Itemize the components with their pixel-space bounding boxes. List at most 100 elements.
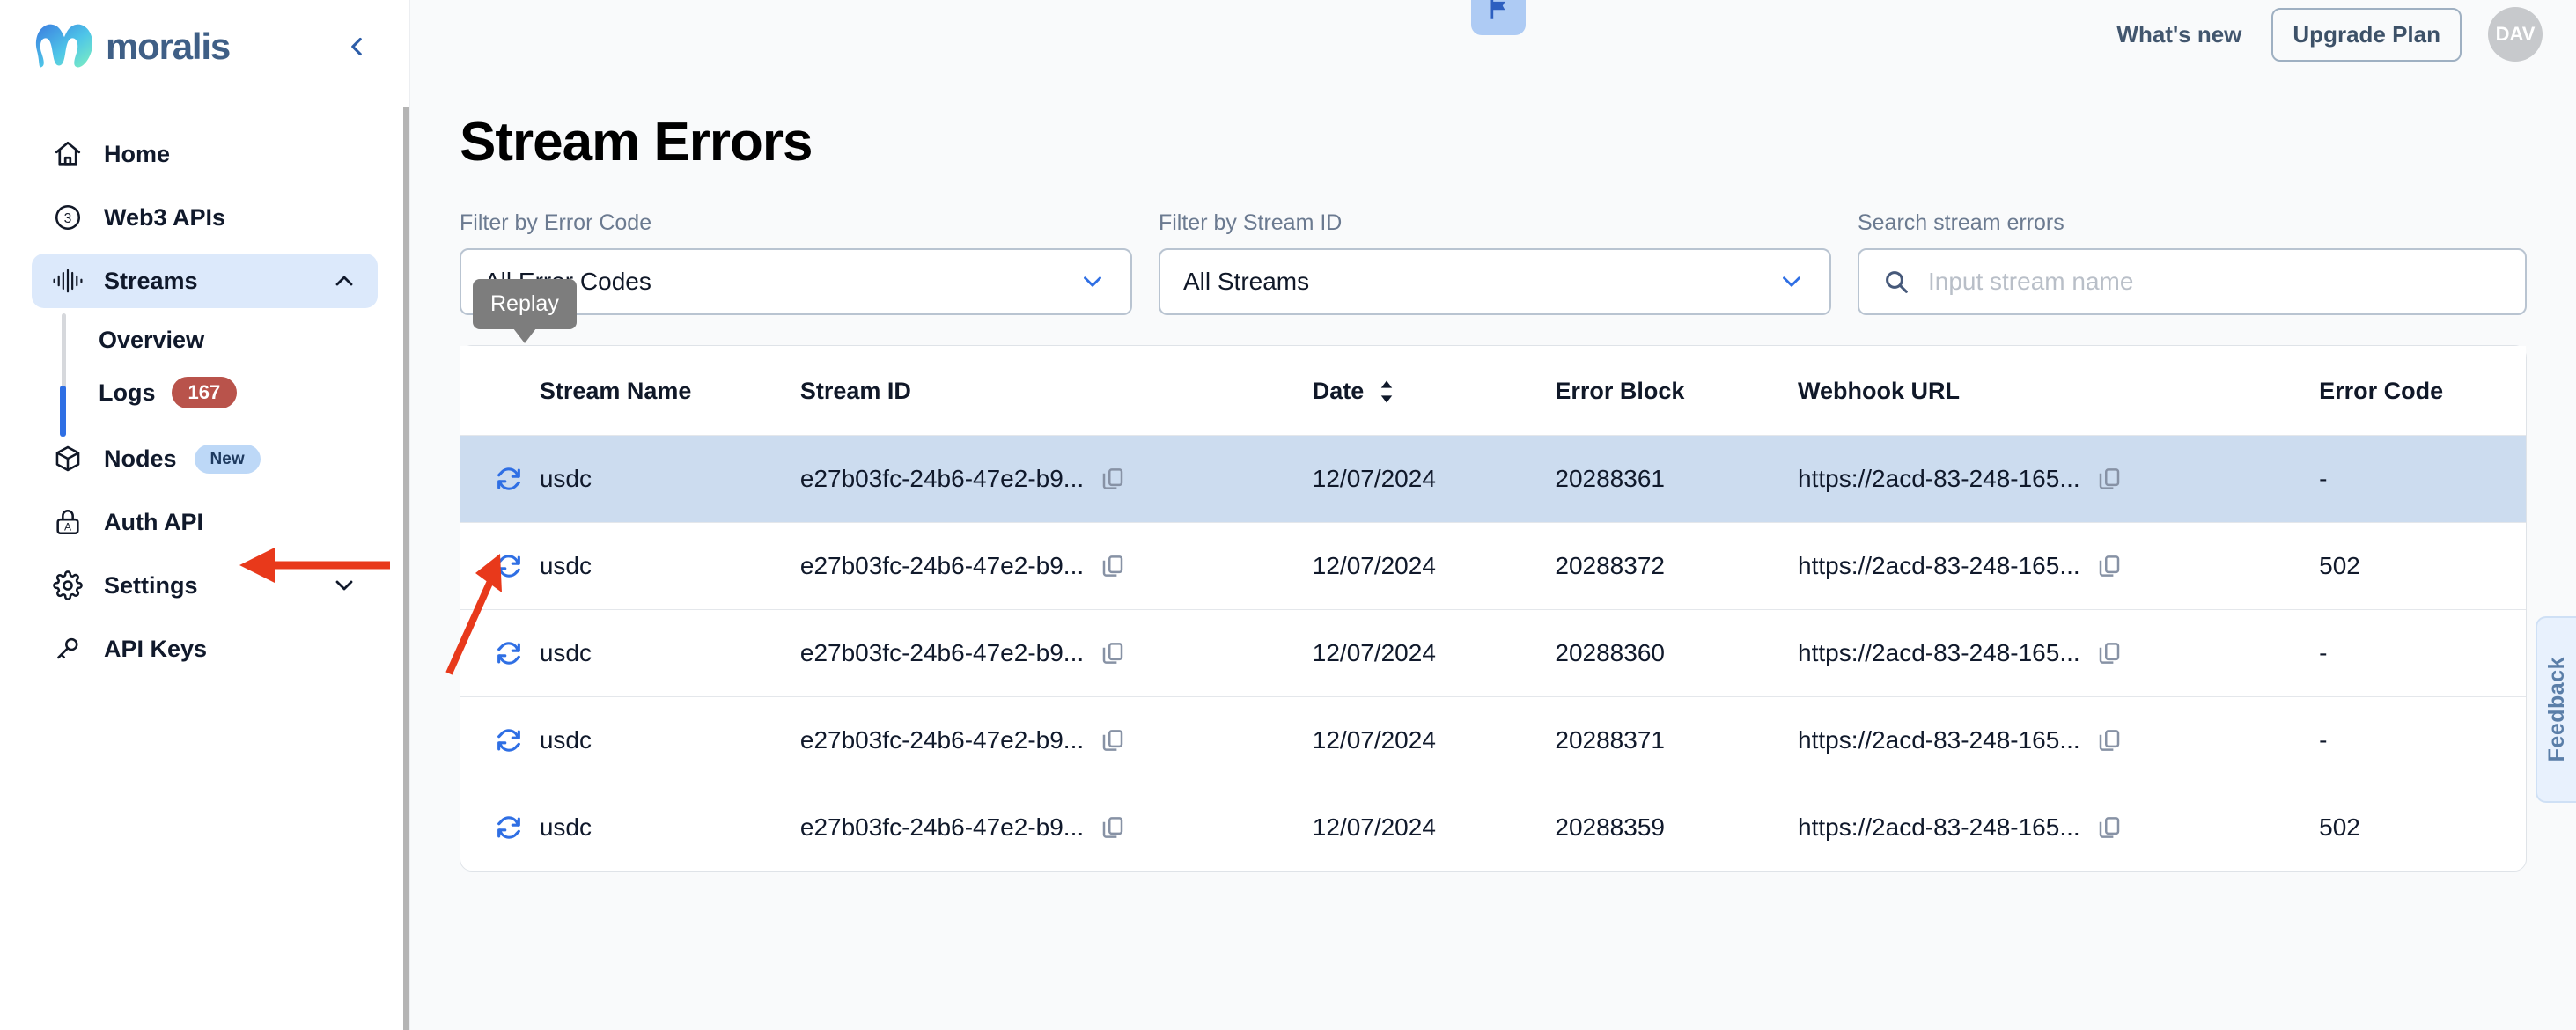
replay-icon[interactable] (494, 464, 540, 494)
cell-replay[interactable] (460, 522, 540, 610)
replay-icon[interactable] (494, 638, 540, 668)
avatar[interactable]: DAV (2488, 7, 2543, 62)
copy-icon[interactable] (1100, 466, 1126, 492)
sidebar-item-streams[interactable]: Streams (32, 254, 378, 308)
cell-error-code: 502 (2319, 813, 2360, 841)
chevron-up-icon[interactable] (330, 267, 358, 295)
cell-error-code: 502 (2319, 522, 2526, 610)
cell-date: 12/07/2024 (1312, 435, 1556, 523)
feedback-label: Feedback (2543, 657, 2569, 762)
replay-tooltip: Replay (473, 279, 577, 343)
copy-icon[interactable] (2096, 640, 2123, 666)
cell-replay[interactable] (460, 784, 540, 872)
cell-error-code: - (2319, 609, 2526, 697)
nodes-new-badge: New (194, 444, 261, 474)
chevron-left-icon[interactable] (339, 29, 374, 64)
webhook-url-text: https://2acd-83-248-165... (1798, 465, 2080, 492)
logs-count-badge: 167 (171, 377, 238, 408)
col-header-date[interactable]: Date (1312, 346, 1556, 436)
streams-subnav: Overview Logs 167 (32, 313, 378, 437)
table-row[interactable]: usdc e27b03fc-24b6-47e2-b9... 12/07/2024 20… (460, 696, 2526, 784)
sidebar-item-overview[interactable]: Overview (53, 313, 378, 366)
circle-three-icon: 3 (51, 201, 85, 234)
flag-icon[interactable] (1471, 0, 1526, 35)
app-root: moralis Home 3 Web3 APIs Streams Overvie… (0, 0, 2576, 1030)
cell-stream-name: usdc (539, 522, 800, 610)
replay-icon[interactable] (494, 551, 540, 581)
svg-text:A: A (64, 520, 71, 533)
col-header-stream-id: Stream ID (799, 346, 1313, 436)
cell-replay[interactable] (460, 609, 540, 697)
search-input[interactable] (1927, 268, 2502, 296)
webhook-url-text: https://2acd-83-248-165... (1798, 639, 2080, 666)
copy-icon[interactable] (1100, 727, 1126, 754)
search-icon (1882, 268, 1910, 296)
copy-icon[interactable] (2096, 466, 2123, 492)
copy-icon[interactable] (2096, 727, 2123, 754)
gear-icon (51, 569, 85, 602)
table-head: Stream Name Stream ID Date Error Block W… (460, 346, 2526, 436)
cell-replay[interactable] (460, 696, 540, 784)
upgrade-plan-button[interactable]: Upgrade Plan (2271, 7, 2462, 62)
cell-replay[interactable] (460, 435, 540, 523)
cell-date: 12/07/2024 (1312, 609, 1556, 697)
stream-id-text: e27b03fc-24b6-47e2-b9... (799, 552, 1085, 579)
whats-new-link[interactable]: What's new (2116, 21, 2241, 48)
sidebar-item-home[interactable]: Home (32, 127, 378, 181)
topbar: What's new Upgrade Plan DAV (410, 0, 2576, 69)
main-content: What's new Upgrade Plan DAV Stream Error… (410, 0, 2576, 1030)
copy-icon[interactable] (2096, 553, 2123, 579)
table-row[interactable]: usdc e27b03fc-24b6-47e2-b9... 12/07/2024 20… (460, 522, 2526, 610)
sidebar-item-api-keys[interactable]: API Keys (32, 622, 378, 676)
filter-stream-id-label: Filter by Stream ID (1158, 210, 1343, 235)
table-row[interactable]: usdc e27b03fc-24b6-47e2-b9... 12/07/2024 20… (460, 609, 2526, 697)
copy-icon[interactable] (2096, 814, 2123, 841)
brand[interactable]: moralis (0, 0, 409, 68)
table-row[interactable]: usdc e27b03fc-24b6-47e2-b9... 12/07/2024 20… (460, 784, 2526, 872)
cell-stream-id: e27b03fc-24b6-47e2-b9... (799, 522, 1313, 610)
copy-icon[interactable] (1100, 640, 1126, 666)
key-icon (51, 632, 85, 666)
sidebar-item-nodes[interactable]: Nodes New (32, 431, 378, 486)
col-header-error-block: Error Block (1555, 346, 1799, 436)
col-header-stream-name: Stream Name (539, 346, 800, 436)
copy-icon[interactable] (1100, 814, 1126, 841)
replay-icon[interactable] (494, 813, 540, 842)
cell-webhook-url: https://2acd-83-248-165... (1798, 784, 2319, 872)
stream-id-select[interactable]: All Streams (1158, 248, 1831, 315)
filter-stream-id: Filter by Stream ID All Streams (1158, 210, 1831, 315)
lock-a-icon: A (51, 505, 85, 539)
cell-error-block: 20288372 (1555, 522, 1799, 610)
sidebar-scrollbar[interactable] (403, 107, 409, 1030)
cell-webhook-url: https://2acd-83-248-165... (1798, 435, 2320, 523)
sidebar-item-label: Streams (104, 267, 198, 294)
subnav-item-label: Logs (99, 379, 156, 406)
sidebar-item-logs[interactable]: Logs 167 (53, 366, 378, 419)
cell-error-code: - (2319, 696, 2526, 784)
page-content: Stream Errors Filter by Error Code All E… (410, 69, 2576, 872)
sidebar-item-web3-apis[interactable]: 3 Web3 APIs (32, 190, 378, 245)
cell-stream-id: e27b03fc-24b6-47e2-b9... (799, 609, 1313, 697)
sidebar-item-auth-api[interactable]: A Auth API (32, 495, 378, 549)
cell-stream-name: usdc (539, 813, 592, 841)
table-body: usdc e27b03fc-24b6-47e2-b9... 12/07/2024 20… (460, 435, 2526, 872)
feedback-tab[interactable]: Feedback (2536, 616, 2576, 803)
sort-updown-icon[interactable] (1376, 379, 1397, 404)
webhook-url-text: https://2acd-83-248-165... (1798, 813, 2080, 841)
sidebar-item-label: API Keys (104, 635, 208, 662)
cell-stream-name: usdc (539, 696, 800, 784)
webhook-url-text: https://2acd-83-248-165... (1798, 726, 2080, 754)
chevron-down-icon[interactable] (330, 571, 358, 600)
sidebar-nav: Home 3 Web3 APIs Streams Overview Logs 1… (0, 127, 409, 676)
col-header-error-code: Error Code (2319, 346, 2526, 436)
table-row[interactable]: usdc e27b03fc-24b6-47e2-b9... 12/07/2024 20… (460, 435, 2526, 523)
waveform-icon (51, 264, 85, 298)
copy-icon[interactable] (1100, 553, 1126, 579)
replay-icon[interactable] (494, 725, 540, 755)
search-box[interactable] (1857, 248, 2527, 315)
subnav-rail-active-indicator (60, 386, 66, 437)
cell-stream-id: e27b03fc-24b6-47e2-b9... (800, 784, 1313, 872)
stream-id-value: All Streams (1182, 268, 1310, 295)
brand-name: moralis (106, 26, 231, 67)
sidebar-item-settings[interactable]: Settings (32, 558, 378, 613)
